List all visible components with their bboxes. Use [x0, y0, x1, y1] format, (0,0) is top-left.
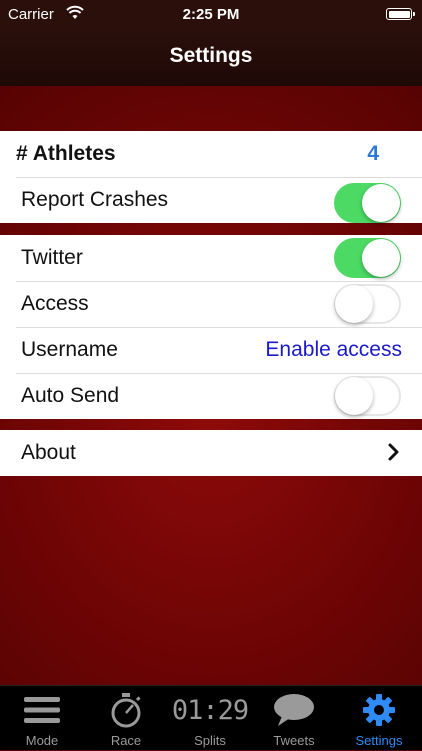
enable-access-link[interactable]: Enable access: [265, 338, 402, 362]
chevron-right-icon: [388, 443, 399, 461]
auto-send-label: Auto Send: [21, 384, 120, 407]
auto-send-toggle[interactable]: [334, 376, 401, 416]
report-crashes-toggle[interactable]: [334, 183, 401, 223]
twitter-toggle[interactable]: [334, 238, 401, 278]
report-crashes-row: Report Crashes: [0, 177, 422, 223]
athletes-label: # Athletes: [16, 142, 116, 165]
general-section: # Athletes 4 Report Crashes: [0, 131, 422, 223]
battery-icon: [386, 8, 415, 20]
tab-mode[interactable]: Mode: [0, 686, 84, 751]
about-label: About: [21, 441, 76, 464]
twitter-section: Twitter Access Username Enable access Au…: [0, 235, 422, 419]
tab-splits[interactable]: 01:29 Splits: [168, 686, 252, 751]
username-label: Username: [21, 338, 118, 361]
access-row: Access: [0, 281, 422, 327]
status-time: 2:25 PM: [182, 6, 240, 23]
stopwatch-icon: [111, 693, 141, 728]
access-toggle[interactable]: [334, 284, 401, 324]
page-title: Settings: [169, 44, 253, 67]
tab-tweets[interactable]: Tweets: [252, 686, 336, 751]
about-section: About: [0, 430, 422, 476]
tab-bar: Mode Race 01:29 Splits Tweets Settings: [0, 685, 422, 750]
tab-settings-label: Settings: [355, 733, 403, 748]
status-bar: Carrier 2:25 PM: [0, 0, 422, 30]
digital-clock-icon: 01:29: [171, 694, 249, 726]
tab-mode-label: Mode: [25, 733, 59, 748]
tab-race-label: Race: [110, 733, 142, 748]
tab-settings[interactable]: Settings: [336, 686, 422, 751]
access-label: Access: [21, 292, 89, 315]
auto-send-row: Auto Send: [0, 373, 422, 419]
athletes-value[interactable]: 4: [367, 142, 379, 166]
tab-tweets-label: Tweets: [273, 733, 315, 748]
about-row[interactable]: About: [0, 430, 422, 476]
twitter-row: Twitter: [0, 235, 422, 281]
nav-bar: Settings: [0, 30, 422, 86]
report-crashes-label: Report Crashes: [21, 188, 169, 211]
hamburger-icon: [24, 697, 60, 723]
speech-bubble-icon: [274, 694, 314, 726]
gear-icon: [363, 694, 395, 726]
tab-race[interactable]: Race: [84, 686, 168, 751]
athletes-row[interactable]: # Athletes 4: [0, 131, 422, 177]
username-row: Username Enable access: [0, 327, 422, 373]
twitter-label: Twitter: [21, 246, 83, 269]
tab-splits-label: Splits: [194, 733, 226, 748]
